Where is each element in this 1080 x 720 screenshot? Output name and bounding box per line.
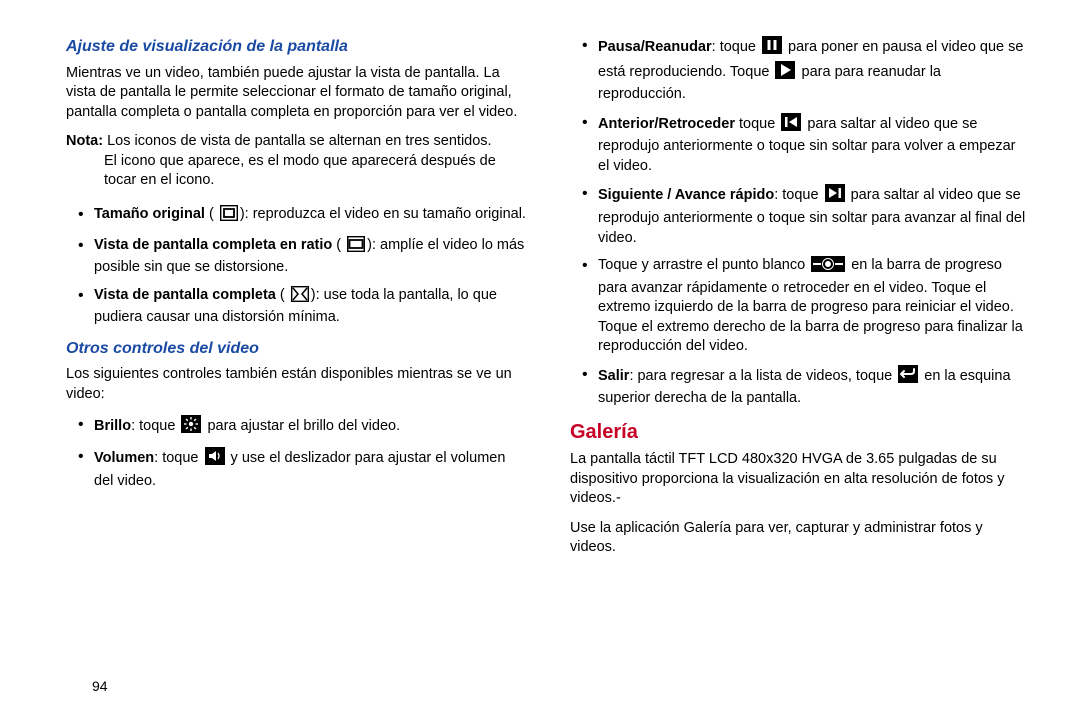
- item-title: Anterior/Retroceder: [598, 116, 735, 132]
- toque-label: : toque: [712, 39, 760, 55]
- list-item: Volumen: toque y use el deslizador para …: [78, 447, 526, 491]
- volume-icon: [205, 447, 225, 472]
- item-title: Vista de pantalla completa en ratio: [94, 237, 332, 253]
- view-modes-list: Tamaño original ( ): reproduzca el video…: [78, 205, 526, 328]
- text-mid: : para regresar a la lista de videos, to…: [629, 368, 896, 384]
- note-line2: El icono que aparece, es el modo que apa…: [104, 152, 526, 191]
- toque-label: toque: [735, 116, 779, 132]
- play-icon: [775, 61, 795, 86]
- brightness-icon: [181, 415, 201, 440]
- pause-icon: [762, 36, 782, 61]
- heading-display-adjust: Ajuste de visualización de la pantalla: [66, 36, 526, 58]
- right-column: Pausa/Reanudar: toque para poner en paus…: [570, 36, 1030, 568]
- list-item: Pausa/Reanudar: toque para poner en paus…: [582, 36, 1030, 105]
- list-item: Toque y arrastre el punto blanco en la b…: [582, 256, 1030, 357]
- note-line1: Los iconos de vista de pantalla se alter…: [103, 133, 492, 149]
- toque-label: : toque: [154, 450, 202, 466]
- paragraph-other-controls: Los siguientes controles también están d…: [66, 365, 526, 404]
- list-item: Siguiente / Avance rápido: toque para sa…: [582, 184, 1030, 248]
- paragraph-gallery-1: La pantalla táctil TFT LCD 480x320 HVGA …: [570, 450, 1030, 509]
- item-title: Salir: [598, 368, 629, 384]
- previous-icon: [781, 113, 801, 138]
- other-controls-list: Brillo: toque para ajustar el brillo del…: [78, 415, 526, 492]
- list-item: Vista de pantalla completa en ratio ( ):…: [78, 236, 526, 278]
- item-title: Brillo: [94, 418, 131, 434]
- item-title: Volumen: [94, 450, 154, 466]
- left-column: Ajuste de visualización de la pantalla M…: [66, 36, 526, 568]
- list-item: Vista de pantalla completa ( ): use toda…: [78, 286, 526, 328]
- page-number: 94: [92, 677, 108, 696]
- paragraph-display-adjust: Mientras ve un video, también puede ajus…: [66, 64, 526, 123]
- toque-label: : toque: [131, 418, 179, 434]
- item-title: Pausa/Reanudar: [598, 39, 712, 55]
- heading-other-controls: Otros controles del video: [66, 338, 526, 360]
- item-title: Tamaño original: [94, 206, 205, 222]
- playback-controls-list: Pausa/Reanudar: toque para poner en paus…: [582, 36, 1030, 409]
- item-rest: ): reproduzca el video en su tamaño orig…: [240, 206, 526, 222]
- back-icon: [898, 365, 918, 390]
- heading-gallery: Galería: [570, 419, 1030, 446]
- item-title: Siguiente / Avance rápido: [598, 187, 774, 203]
- list-item: Brillo: toque para ajustar el brillo del…: [78, 415, 526, 440]
- text-pre: Toque y arrastre el punto blanco: [598, 257, 809, 273]
- note-block: Nota: Los iconos de vista de pantalla se…: [66, 132, 526, 191]
- toque-label: : toque: [774, 187, 822, 203]
- paragraph-gallery-2: Use la aplicación Galería para ver, capt…: [570, 519, 1030, 558]
- original-size-icon: [220, 205, 238, 228]
- fullscreen-icon: [291, 286, 309, 309]
- fullscreen-ratio-icon: [347, 236, 365, 259]
- list-item: Anterior/Retroceder toque para saltar al…: [582, 113, 1030, 177]
- next-icon: [825, 184, 845, 209]
- note-label: Nota:: [66, 133, 103, 149]
- list-item: Tamaño original ( ): reproduzca el video…: [78, 205, 526, 228]
- progress-dot-icon: [811, 256, 845, 279]
- item-title: Vista de pantalla completa: [94, 287, 276, 303]
- item-rest: para ajustar el brillo del video.: [203, 418, 400, 434]
- list-item: Salir: para regresar a la lista de video…: [582, 365, 1030, 409]
